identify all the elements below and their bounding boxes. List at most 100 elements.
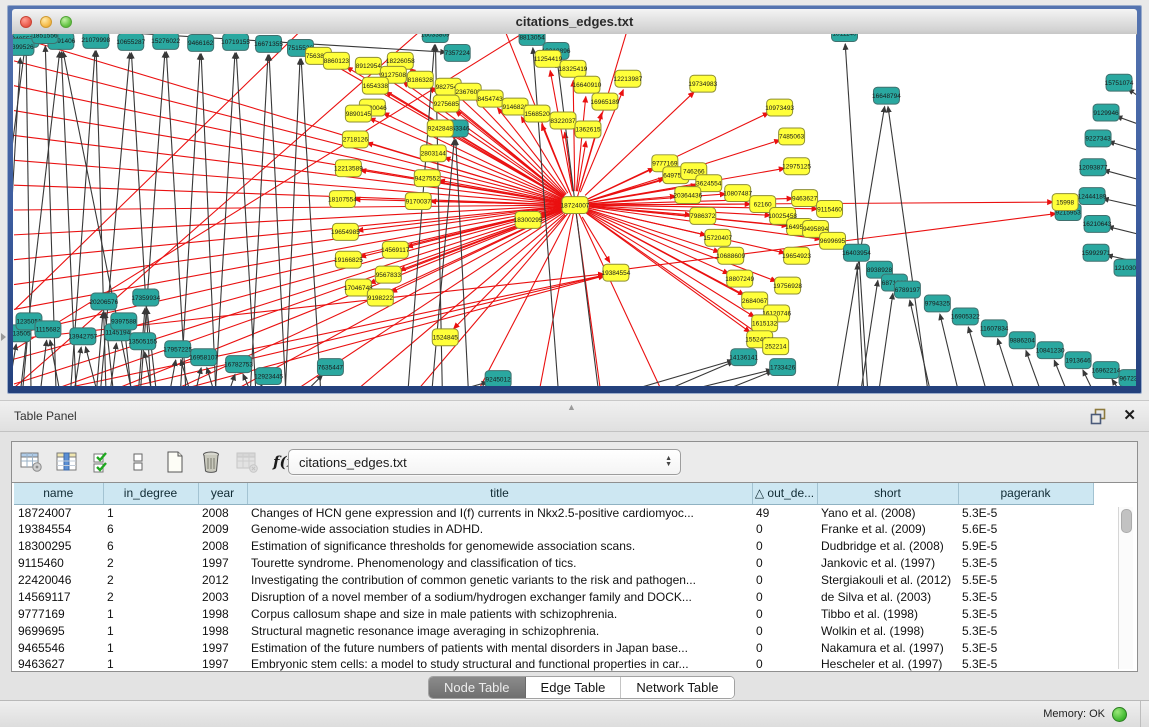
graph-node[interactable]: 13505155 bbox=[128, 333, 157, 350]
table-row[interactable]: 946362711997Embryonic stem cells: a mode… bbox=[14, 656, 1093, 671]
graph-node[interactable]: 9672394 bbox=[1119, 370, 1136, 386]
column-header-in_degree[interactable]: in_degree bbox=[103, 483, 198, 504]
graph-node[interactable]: 16640910 bbox=[573, 76, 602, 93]
graph-node[interactable]: 1615132 bbox=[752, 315, 778, 332]
graph-node[interactable]: 18807249 bbox=[725, 270, 754, 287]
tab-edge-table[interactable]: Edge Table bbox=[526, 677, 622, 698]
graph-node[interactable]: 1811140 bbox=[832, 34, 858, 41]
graph-node[interactable]: 9890145 bbox=[345, 105, 371, 122]
hub-node[interactable]: 18724007 bbox=[561, 197, 590, 214]
network-graph[interactable]: 2405572320691406210799981065528715276022… bbox=[13, 34, 1136, 386]
tab-node-table[interactable]: Node Table bbox=[429, 677, 526, 698]
graph-node[interactable]: 10841230 bbox=[1036, 342, 1065, 359]
graph-node[interactable]: 9794325 bbox=[924, 295, 950, 312]
graph-node[interactable]: 16210643 bbox=[1083, 215, 1112, 232]
graph-node[interactable]: 16962214 bbox=[1092, 362, 1121, 379]
column-header-pagerank[interactable]: pagerank bbox=[958, 483, 1093, 504]
graph-node[interactable]: 10688609 bbox=[716, 247, 745, 264]
graph-node[interactable]: 12093877 bbox=[1079, 159, 1108, 176]
graph-node[interactable]: 12923445 bbox=[254, 368, 283, 385]
graph-node[interactable]: 1568520 bbox=[524, 105, 550, 122]
graph-node[interactable]: 19654923 bbox=[782, 247, 811, 264]
graph-node[interactable]: 1913646 bbox=[1065, 352, 1091, 369]
graph-node[interactable]: 8912954 bbox=[355, 57, 381, 74]
tab-network-table[interactable]: Network Table bbox=[621, 677, 733, 698]
graph-node[interactable]: 12213987 bbox=[613, 70, 642, 87]
float-panel-icon[interactable] bbox=[1090, 408, 1107, 425]
table-row[interactable]: 2242004622012Investigating the contribut… bbox=[14, 572, 1093, 589]
column-header-title[interactable]: title bbox=[247, 483, 752, 504]
table-row[interactable]: 1872400712008Changes of HCN gene express… bbox=[14, 504, 1093, 521]
graph-node[interactable]: 16033809 bbox=[421, 34, 450, 42]
graph-node[interactable]: 1733426 bbox=[770, 359, 796, 376]
graph-node[interactable]: 1524845 bbox=[432, 329, 458, 346]
graph-node[interactable]: 14569117 bbox=[381, 241, 410, 258]
graph-node[interactable]: 12444189 bbox=[1078, 188, 1107, 205]
table-row[interactable]: 977716911998Corpus callosum shape and si… bbox=[14, 605, 1093, 622]
network-window-titlebar[interactable]: citations_edges.txt bbox=[12, 9, 1137, 35]
memory-status-indicator[interactable] bbox=[1112, 707, 1127, 722]
graph-node[interactable]: 7485063 bbox=[779, 128, 805, 145]
panel-splitter-grip[interactable]: ▲ bbox=[567, 402, 576, 412]
collapsed-panel-handle[interactable] bbox=[1, 333, 6, 341]
graph-node[interactable]: 16905322 bbox=[951, 308, 980, 325]
graph-node[interactable]: 8860123 bbox=[323, 52, 349, 69]
close-panel-icon[interactable]: ✕ bbox=[1123, 406, 1136, 426]
table-selector-dropdown[interactable]: citations_edges.txt ▲▼ bbox=[288, 449, 681, 475]
graph-node[interactable]: 2803144 bbox=[420, 145, 446, 162]
graph-node[interactable]: 18300295 bbox=[514, 211, 543, 228]
graph-node[interactable]: 19654985 bbox=[331, 223, 360, 240]
graph-node[interactable]: 15992971 bbox=[1082, 244, 1111, 261]
graph-node[interactable]: 19384554 bbox=[602, 264, 631, 281]
graph-node[interactable]: 1362615 bbox=[575, 121, 601, 138]
graph-node[interactable]: 9427552 bbox=[414, 170, 440, 187]
graph-node[interactable]: 2684067 bbox=[742, 292, 768, 309]
graph-node[interactable]: 19756928 bbox=[773, 277, 802, 294]
graph-node[interactable]: 15276022 bbox=[151, 34, 180, 49]
graph-node[interactable]: 10655287 bbox=[116, 34, 145, 50]
table-row[interactable]: 1830029562008Estimation of significance … bbox=[14, 538, 1093, 555]
column-header-short[interactable]: short bbox=[817, 483, 958, 504]
graph-node[interactable]: 10807487 bbox=[723, 185, 752, 202]
node-table[interactable]: namein_degreeyeartitle△ out_de...shortpa… bbox=[12, 482, 1137, 671]
graph-node[interactable]: 13942757 bbox=[68, 328, 97, 345]
minimize-window-button[interactable] bbox=[40, 16, 52, 28]
graph-node[interactable]: 1851556 bbox=[32, 34, 58, 43]
table-row[interactable]: 946554611997Estimation of the future num… bbox=[14, 639, 1093, 656]
network-canvas[interactable]: 2405572320691406210799981065528715276022… bbox=[13, 34, 1136, 386]
graph-node[interactable]: 6789197 bbox=[894, 281, 920, 298]
graph-node[interactable]: 11254419 bbox=[534, 50, 563, 67]
graph-node[interactable]: 7635447 bbox=[317, 359, 343, 376]
graph-node[interactable]: 1115682 bbox=[35, 321, 61, 338]
select-all-icon[interactable] bbox=[91, 450, 115, 474]
graph-node[interactable]: 7357224 bbox=[444, 44, 470, 61]
graph-node[interactable]: 16782753 bbox=[224, 356, 253, 373]
graph-node[interactable]: 9245012 bbox=[485, 371, 511, 386]
graph-node[interactable]: 12213589 bbox=[334, 160, 363, 177]
table-row[interactable]: 969969511998Structural magnetic resonanc… bbox=[14, 622, 1093, 639]
graph-node[interactable]: 14136141 bbox=[729, 349, 758, 366]
delete-columns-icon[interactable] bbox=[199, 450, 223, 474]
graph-node[interactable]: 16965189 bbox=[591, 93, 620, 110]
graph-node[interactable]: 20364436 bbox=[673, 187, 702, 204]
graph-node[interactable]: 9886204 bbox=[1009, 332, 1035, 349]
graph-node[interactable]: 9129946 bbox=[1093, 104, 1119, 121]
vertical-scrollbar[interactable] bbox=[1118, 507, 1133, 669]
graph-node[interactable]: 16648794 bbox=[872, 87, 901, 104]
column-header-name[interactable]: name bbox=[14, 483, 103, 504]
graph-node[interactable]: 20206576 bbox=[89, 293, 118, 310]
graph-node[interactable]: 9567833 bbox=[375, 266, 401, 283]
graph-node[interactable]: 252214 bbox=[763, 338, 789, 355]
close-window-button[interactable] bbox=[20, 16, 32, 28]
graph-node[interactable]: 19734983 bbox=[688, 75, 717, 92]
graph-node[interactable]: 18107554 bbox=[328, 191, 357, 208]
graph-node[interactable]: 9275685 bbox=[433, 95, 459, 112]
graph-node[interactable]: 9463627 bbox=[792, 190, 818, 207]
graph-node[interactable]: 9699695 bbox=[820, 232, 846, 249]
graph-node[interactable]: 9170037 bbox=[405, 193, 431, 210]
graph-node[interactable]: 15720407 bbox=[703, 229, 732, 246]
table-row[interactable]: 1456911722003Disruption of a novel membe… bbox=[14, 588, 1093, 605]
create-column-icon[interactable] bbox=[163, 450, 187, 474]
graph-node[interactable]: 18325419 bbox=[559, 60, 588, 77]
show-columns-icon[interactable] bbox=[55, 450, 79, 474]
